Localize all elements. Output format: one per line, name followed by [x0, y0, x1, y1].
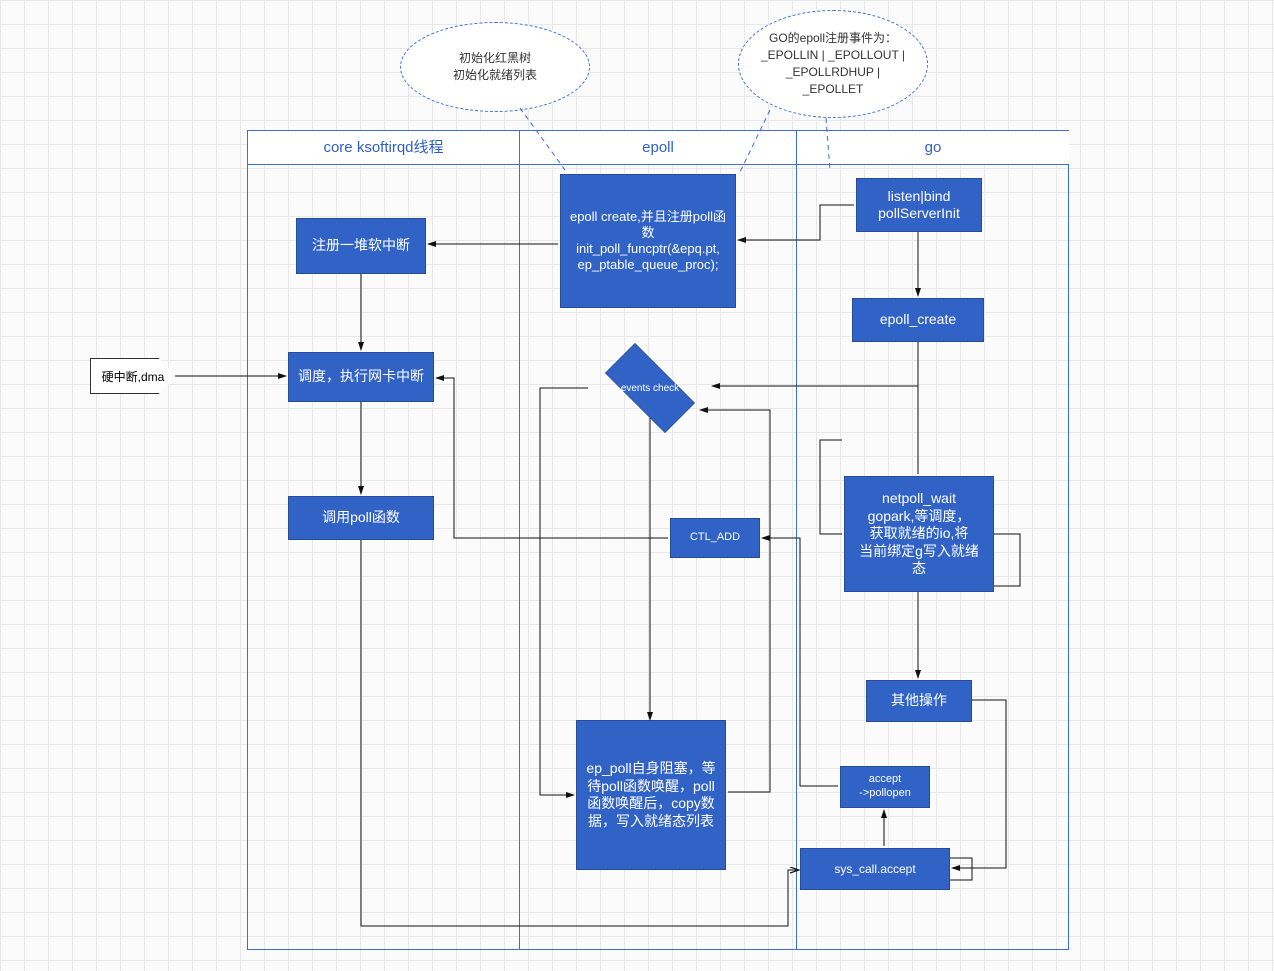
node-sys-call-accept[interactable]: sys_call.accept [800, 848, 950, 890]
node-netpoll-wait-text: netpoll_wait gopark,等调度， 获取就绪的io,将 当前绑定g… [853, 490, 985, 578]
hw-irq-text: 硬中断,dma [102, 368, 165, 385]
node-dispatch-irq[interactable]: 调度，执行网卡中断 [288, 352, 434, 402]
node-reg-softirq[interactable]: 注册一堆软中断 [296, 218, 426, 274]
node-sys-call-accept-text: sys_call.accept [834, 862, 915, 877]
callout-right: GO的epoll注册事件为：_EPOLLIN | _EPOLLOUT | _EP… [738, 10, 928, 118]
node-listen-bind-text: listen|bind pollServerInit [878, 188, 960, 223]
node-accept-pollopen[interactable]: accept ->pollopen [840, 766, 930, 808]
node-ep-poll-block[interactable]: ep_poll自身阻塞，等待poll函数唤醒，poll函数唤醒后，copy数据，… [576, 720, 726, 870]
lane-go-head: go [797, 131, 1069, 165]
node-call-poll[interactable]: 调用poll函数 [288, 496, 434, 540]
node-epoll-create-reg[interactable]: epoll create,并且注册poll函数 init_poll_funcpt… [560, 174, 736, 308]
node-call-poll-text: 调用poll函数 [322, 509, 400, 527]
hw-irq-label[interactable]: 硬中断,dma [90, 358, 176, 394]
node-other-ops-text: 其他操作 [891, 692, 947, 710]
node-netpoll-wait[interactable]: netpoll_wait gopark,等调度， 获取就绪的io,将 当前绑定g… [844, 476, 994, 592]
node-ctl-add[interactable]: CTL_ADD [670, 518, 760, 558]
diagram-canvas: 初始化红黑树 初始化就绪列表 GO的epoll注册事件为：_EPOLLIN | … [0, 0, 1274, 971]
lane-epoll-head: epoll [520, 131, 796, 165]
node-epoll-create-go[interactable]: epoll_create [852, 298, 984, 342]
node-listen-bind[interactable]: listen|bind pollServerInit [856, 178, 982, 232]
callout-left: 初始化红黑树 初始化就绪列表 [400, 22, 590, 112]
node-ep-poll-block-text: ep_poll自身阻塞，等待poll函数唤醒，poll函数唤醒后，copy数据，… [585, 760, 717, 830]
node-dispatch-irq-text: 调度，执行网卡中断 [298, 368, 424, 386]
node-events-check-text: events check [605, 383, 695, 394]
node-ctl-add-text: CTL_ADD [690, 531, 740, 545]
node-accept-pollopen-text: accept ->pollopen [859, 773, 911, 801]
lane-core-head: core ksoftirqd线程 [248, 131, 519, 165]
node-other-ops[interactable]: 其他操作 [866, 680, 972, 722]
callout-left-text: 初始化红黑树 初始化就绪列表 [453, 50, 537, 84]
node-epoll-create-reg-text: epoll create,并且注册poll函数 init_poll_funcpt… [569, 209, 727, 274]
callout-right-text: GO的epoll注册事件为：_EPOLLIN | _EPOLLOUT | _EP… [757, 30, 909, 97]
node-reg-softirq-text: 注册一堆软中断 [312, 237, 410, 255]
node-events-check[interactable]: events check [590, 358, 710, 418]
node-epoll-create-go-text: epoll_create [880, 311, 956, 329]
